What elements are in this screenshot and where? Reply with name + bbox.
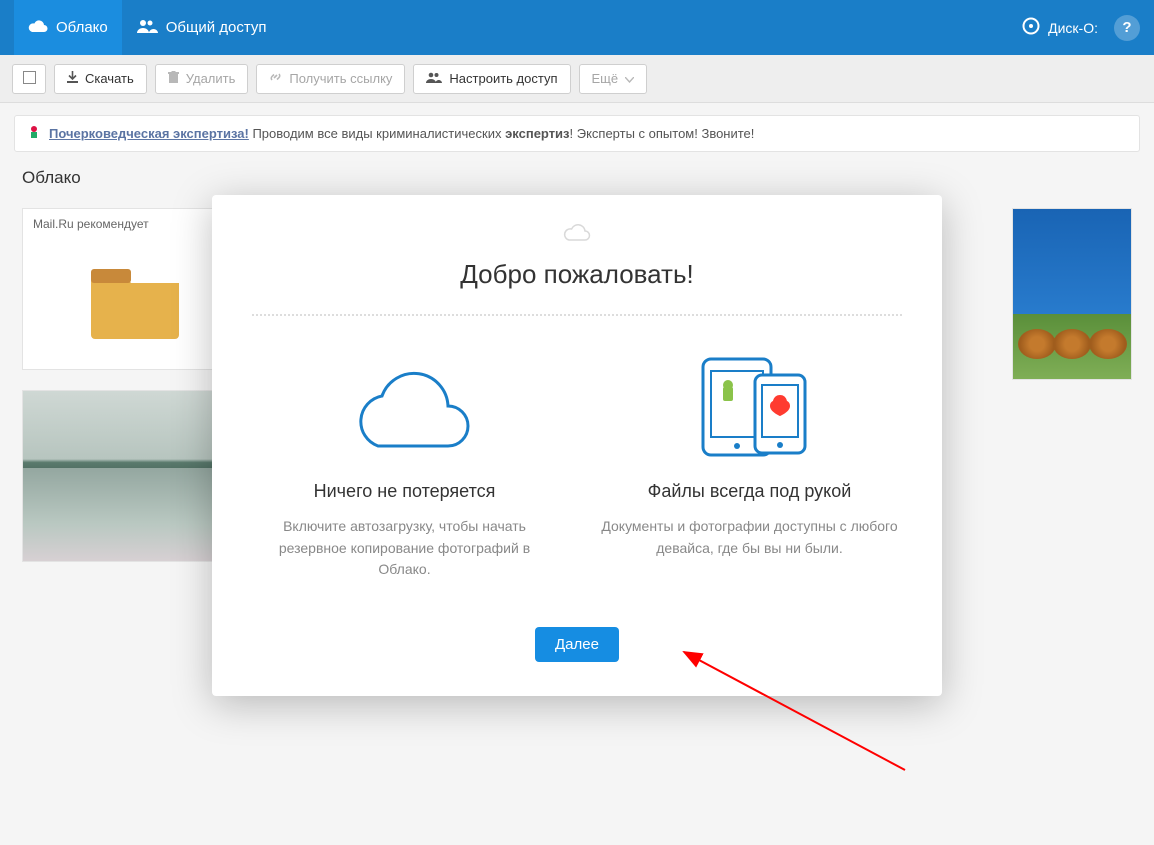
download-label: Скачать xyxy=(85,71,134,86)
devices-icon xyxy=(597,348,902,463)
people-icon xyxy=(426,71,442,86)
cloud-icon xyxy=(28,19,48,37)
disk-o-label: Диск-О: xyxy=(1048,20,1098,36)
download-icon xyxy=(67,71,78,86)
nav-share-label: Общий доступ xyxy=(166,19,267,36)
disk-o-button[interactable]: Диск-О: xyxy=(1022,17,1098,38)
get-link-button[interactable]: Получить ссылку xyxy=(256,64,405,94)
help-button[interactable]: ? xyxy=(1114,15,1140,41)
cloud-icon xyxy=(563,223,591,241)
nav-cloud[interactable]: Облако xyxy=(14,0,122,55)
ad-t1: Проводим все виды криминалистических xyxy=(249,126,505,141)
get-link-label: Получить ссылку xyxy=(289,71,392,86)
feature-files-at-hand: Файлы всегда под рукой Документы и фотог… xyxy=(597,348,902,581)
ad-icon xyxy=(27,125,41,142)
delete-label: Удалить xyxy=(186,71,236,86)
delete-button[interactable]: Удалить xyxy=(155,64,249,94)
folder-icon xyxy=(89,265,181,344)
access-button[interactable]: Настроить доступ xyxy=(413,64,570,94)
square-icon xyxy=(23,71,36,87)
cloud-icon xyxy=(252,348,557,463)
people-icon xyxy=(136,19,158,37)
ad-link[interactable]: Почерковедческая экспертиза! xyxy=(49,126,249,141)
trash-icon xyxy=(168,71,179,86)
toolbar: Скачать Удалить Получить ссылку Настроит… xyxy=(0,55,1154,103)
disk-icon xyxy=(1022,17,1040,38)
feature-title: Ничего не потеряется xyxy=(252,481,557,502)
folder-label: Mail.Ru рекомендует xyxy=(33,217,149,231)
access-label: Настроить доступ xyxy=(449,71,557,86)
modal-title: Добро пожаловать! xyxy=(252,259,902,290)
feature-nothing-lost: Ничего не потеряется Включите автозагруз… xyxy=(252,348,557,581)
app-header: Облако Общий доступ Диск-О: ? xyxy=(0,0,1154,55)
ad-banner[interactable]: Почерковедческая экспертиза! Проводим вс… xyxy=(14,115,1140,152)
feature-title: Файлы всегда под рукой xyxy=(597,481,902,502)
feature-text: Включите автозагрузку, чтобы начать резе… xyxy=(252,516,557,581)
page-title: Облако xyxy=(0,152,1154,198)
next-button[interactable]: Далее xyxy=(535,627,619,662)
welcome-modal: Добро пожаловать! Ничего не потеряется В… xyxy=(212,195,942,696)
link-icon xyxy=(269,71,282,86)
nav-cloud-label: Облако xyxy=(56,19,108,36)
feature-text: Документы и фотографии доступны с любого… xyxy=(597,516,902,559)
ad-bold: экспертиз xyxy=(505,126,569,141)
more-label: Ещё xyxy=(592,71,619,86)
download-button[interactable]: Скачать xyxy=(54,64,147,94)
ad-t2: ! Эксперты с опытом! Звоните! xyxy=(570,126,755,141)
nav-share[interactable]: Общий доступ xyxy=(122,0,281,55)
more-button[interactable]: Ещё xyxy=(579,64,648,94)
image-thumbnail[interactable] xyxy=(1012,208,1132,380)
chevron-down-icon xyxy=(625,71,634,86)
select-all-checkbox[interactable] xyxy=(12,64,46,94)
